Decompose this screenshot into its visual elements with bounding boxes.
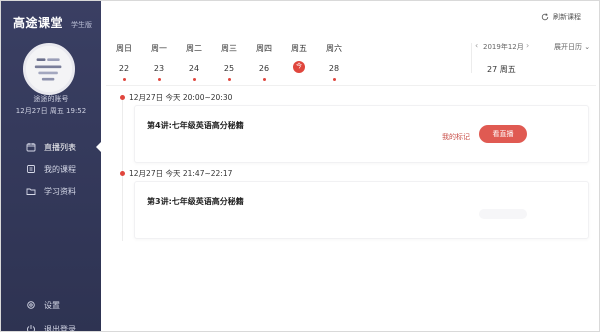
selected-date: 27 周五 (487, 65, 516, 74)
sidebar-bottom-nav: 设置 退出登录 (1, 293, 101, 332)
timeline-dot (120, 171, 125, 176)
session-title: 第4讲:七年级英语高分秘籍 (147, 121, 244, 130)
timeline-dot (120, 95, 125, 100)
account-datetime: 12月27日 周五 19:52 (15, 107, 87, 115)
sidebar-item-materials[interactable]: 学习资料 (1, 180, 101, 202)
refresh-courses-button[interactable]: 刷新课程 (541, 12, 581, 22)
expand-calendar-button[interactable]: 展开日历 ⌄ (554, 42, 590, 52)
day-sun[interactable]: 周日 22 (106, 43, 142, 81)
event-dot (262, 78, 266, 81)
day-sat[interactable]: 周六 28 (316, 43, 352, 81)
app-tag: 学生版 (71, 21, 93, 29)
next-month-icon[interactable]: › (526, 41, 529, 50)
sidebar-item-label: 我的课程 (44, 164, 76, 174)
session-card[interactable]: 第3讲:七年级英语高分秘籍 (134, 181, 589, 239)
session-card[interactable]: 第4讲:七年级英语高分秘籍 我的标记 看直播 (134, 105, 589, 163)
refresh-icon (541, 13, 549, 21)
brand: 高途课堂 学生版 (13, 14, 92, 31)
sidebar-item-live-list[interactable]: 直播列表 (1, 136, 101, 158)
session-time: 12月27日 今天 21:47~22:17 (129, 169, 233, 178)
gear-icon (26, 300, 36, 310)
sidebar-item-logout[interactable]: 退出登录 (1, 317, 101, 332)
event-dot (332, 78, 336, 81)
my-marks-link[interactable]: 我的标记 (442, 132, 470, 142)
divider (106, 85, 596, 86)
event-dot (157, 78, 161, 81)
app-title: 高途课堂 (13, 16, 64, 30)
event-dot (227, 78, 231, 81)
sidebar-item-label: 直播列表 (44, 142, 76, 152)
day-wed[interactable]: 周三 25 (211, 43, 247, 81)
power-icon (26, 324, 36, 331)
chevron-down-icon: ⌄ (584, 43, 591, 51)
session-title: 第3讲:七年级英语高分秘籍 (147, 197, 244, 206)
day-fri-today[interactable]: 周五 今 (281, 43, 317, 73)
sidebar-item-label: 学习资料 (44, 186, 76, 196)
session-time: 12月27日 今天 20:00~20:30 (129, 93, 233, 102)
expand-calendar-label: 展开日历 (554, 43, 582, 51)
book-icon (26, 164, 36, 174)
sidebar: 高途课堂 学生版 途途的账号 12月27日 周五 19:52 直播列表 我的课程… (1, 1, 101, 332)
refresh-label: 刷新课程 (553, 13, 581, 21)
day-tue[interactable]: 周二 24 (176, 43, 212, 81)
day-thu[interactable]: 周四 26 (246, 43, 282, 81)
sidebar-item-settings[interactable]: 设置 (1, 293, 101, 317)
event-dot (192, 78, 196, 81)
event-dot (122, 78, 126, 81)
account-name: 途途的账号 (33, 95, 69, 103)
sidebar-item-label: 设置 (44, 300, 60, 310)
calendar-icon (26, 142, 36, 152)
avatar-image (26, 46, 72, 92)
avatar[interactable] (23, 43, 75, 95)
timeline-line (122, 99, 123, 241)
app-window: 高途课堂 学生版 途途的账号 12月27日 周五 19:52 直播列表 我的课程… (0, 0, 600, 332)
today-badge: 今 (293, 61, 305, 73)
sidebar-item-my-courses[interactable]: 我的课程 (1, 158, 101, 180)
month-label: 2019年12月 (483, 43, 524, 51)
sidebar-item-label: 退出登录 (44, 324, 76, 332)
sidebar-nav: 直播列表 我的课程 学习资料 (1, 136, 101, 202)
divider (471, 43, 472, 73)
session-action-button[interactable] (479, 209, 527, 219)
day-mon[interactable]: 周一 23 (141, 43, 177, 81)
folder-icon (26, 186, 36, 196)
prev-month-icon[interactable]: ‹ (475, 41, 478, 50)
watch-live-button[interactable]: 看直播 (479, 125, 527, 143)
